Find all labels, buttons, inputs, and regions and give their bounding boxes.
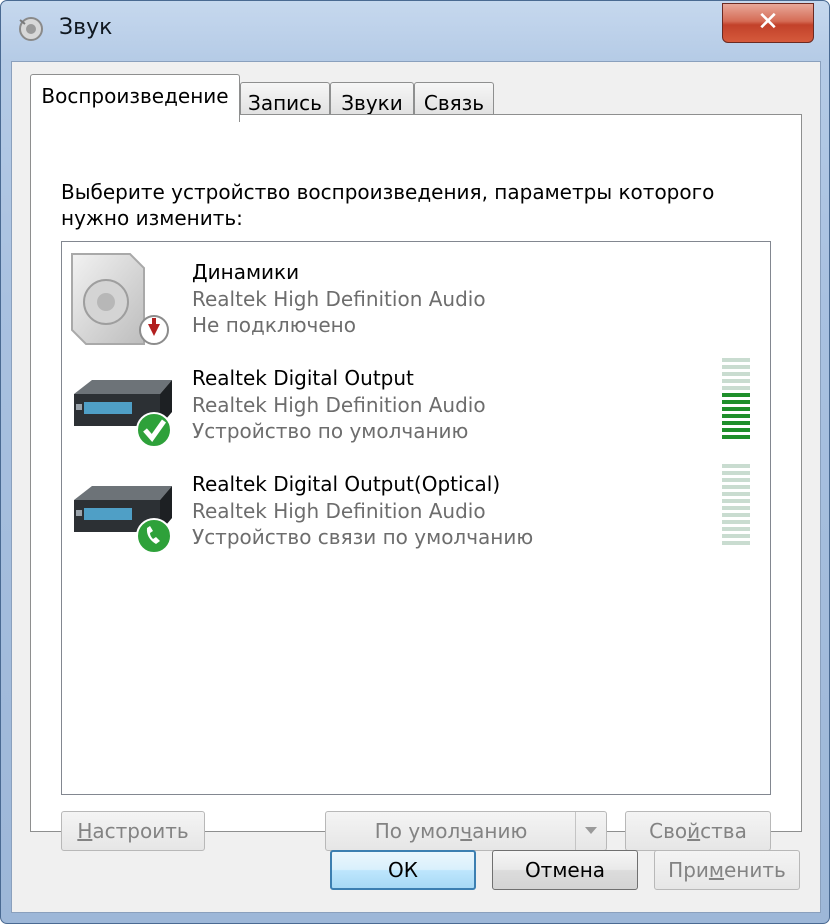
meter-segment	[722, 428, 750, 432]
title-bar[interactable]: Звук ✕	[1, 1, 829, 63]
tab-playback[interactable]: Воспроизведение	[30, 74, 240, 122]
volume-meter	[722, 464, 750, 545]
meter-segment	[722, 414, 750, 418]
properties-button[interactable]: Свойства	[625, 811, 771, 851]
volume-meter	[722, 358, 750, 439]
device-status: Устройство по умолчанию	[192, 419, 469, 443]
configure-button[interactable]: Настроить	[61, 811, 205, 851]
default-check-icon	[136, 412, 172, 448]
meter-segment	[722, 386, 750, 390]
playback-tab-panel: Выберите устройство воспроизведения, пар…	[30, 114, 802, 851]
device-driver: Realtek High Definition Audio	[192, 499, 486, 523]
meter-segment	[722, 471, 750, 475]
chevron-down-icon	[585, 827, 597, 834]
list-item-digital-output[interactable]: Realtek Digital Output Realtek High Defi…	[62, 348, 770, 454]
receiver-icon	[74, 486, 172, 554]
close-button[interactable]: ✕	[722, 3, 814, 43]
meter-segment	[722, 365, 750, 369]
sound-dialog-window: Звук ✕ Воспроизведение Запись Звуки Связ…	[0, 0, 830, 924]
meter-segment	[722, 513, 750, 517]
meter-segment	[722, 485, 750, 489]
speaker-icon	[19, 17, 43, 41]
set-default-button[interactable]: По умолчанию	[325, 811, 607, 851]
disconnected-badge-icon	[139, 315, 169, 345]
meter-segment	[722, 407, 750, 411]
list-item-digital-output-optical[interactable]: Realtek Digital Output(Optical) Realtek …	[62, 454, 770, 560]
dialog-client-area: Воспроизведение Запись Звуки Связь Выбер…	[11, 61, 821, 913]
window-title: Звук	[59, 15, 113, 40]
meter-segment	[722, 372, 750, 376]
cancel-button[interactable]: Отмена	[492, 850, 638, 890]
meter-segment	[722, 435, 750, 439]
apply-button[interactable]: Применить	[654, 850, 800, 890]
device-name: Динамики	[192, 260, 300, 284]
meter-segment	[722, 478, 750, 482]
device-driver: Realtek High Definition Audio	[192, 287, 486, 311]
meter-segment	[722, 358, 750, 362]
meter-segment	[722, 534, 750, 538]
meter-segment	[722, 393, 750, 397]
meter-segment	[722, 541, 750, 545]
meter-segment	[722, 499, 750, 503]
meter-segment	[722, 520, 750, 524]
instruction-text: Выберите устройство воспроизведения, пар…	[61, 180, 715, 230]
device-name: Realtek Digital Output	[192, 366, 414, 390]
phone-badge-icon	[136, 518, 172, 554]
meter-segment	[722, 400, 750, 404]
meter-segment	[722, 527, 750, 531]
device-status: Не подключено	[192, 313, 356, 337]
ok-button[interactable]: ОК	[330, 850, 476, 890]
list-item-speakers[interactable]: Динамики Realtek High Definition Audio Н…	[62, 242, 770, 348]
device-status: Устройство связи по умолчанию	[192, 525, 534, 549]
meter-segment	[722, 492, 750, 496]
meter-segment	[722, 506, 750, 510]
meter-segment	[722, 379, 750, 383]
device-name: Realtek Digital Output(Optical)	[192, 472, 501, 496]
set-default-dropdown[interactable]	[575, 812, 606, 850]
meter-segment	[722, 464, 750, 468]
speaker-icon	[71, 253, 169, 345]
meter-segment	[722, 421, 750, 425]
receiver-icon	[74, 380, 172, 448]
device-driver: Realtek High Definition Audio	[192, 393, 486, 417]
device-list[interactable]: Динамики Realtek High Definition Audio Н…	[61, 241, 771, 795]
